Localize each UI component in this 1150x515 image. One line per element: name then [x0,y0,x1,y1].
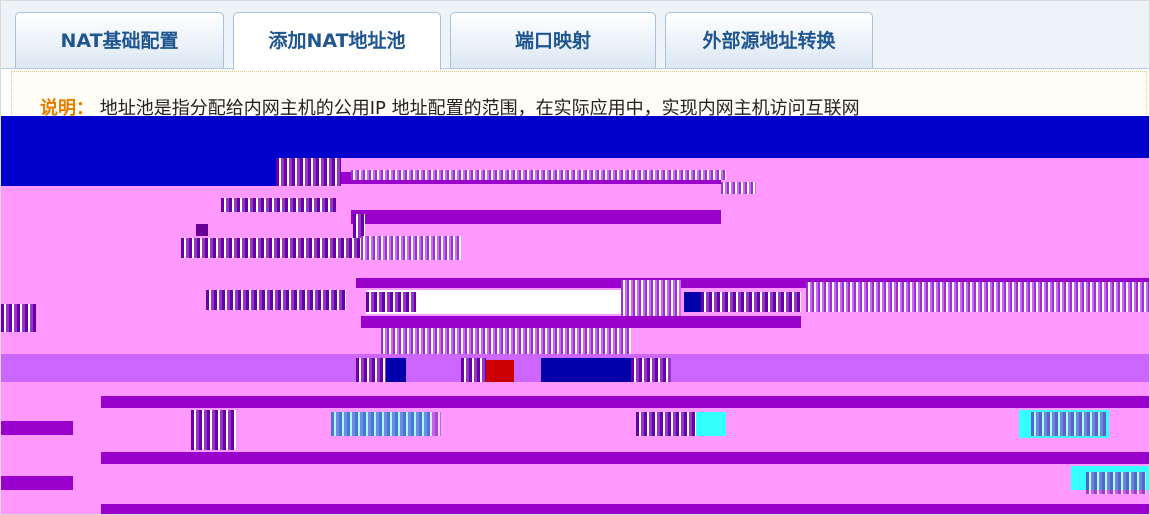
glitch-block [356,358,386,382]
glitch-block [361,236,461,260]
glitch-block [461,358,486,382]
glitch-block [684,292,702,312]
glitch-bar [101,504,1149,514]
tab-add-nat-pool[interactable]: 添加NAT地址池 [233,12,441,70]
glitch-block [806,282,1149,312]
glitch-bar [101,452,1149,464]
tab-nat-basic-config[interactable]: NAT基础配置 [15,12,224,68]
glitch-block [486,360,514,382]
glitch-block [631,358,671,382]
glitch-bar [101,396,1149,408]
glitch-block [1086,472,1146,494]
glitch-block [541,358,631,382]
glitch-band [1,116,1149,158]
glitch-block [221,198,336,212]
glitch-block [691,412,726,436]
glitch-block [181,238,361,258]
nat-config-panel: NAT基础配置 添加NAT地址池 端口映射 外部源地址转换 说明： 地址池是指分… [0,0,1150,515]
glitch-bar [1,421,73,435]
tab-external-source-nat[interactable]: 外部源地址转换 [665,12,873,68]
glitch-block [1,304,36,332]
glitch-block [636,412,696,436]
glitch-bar [351,210,721,224]
glitch-block [206,290,346,310]
glitch-block [196,224,208,236]
glitch-bar [1,476,73,490]
tab-bar: NAT基础配置 添加NAT地址池 端口映射 外部源地址转换 [1,1,1149,70]
glitch-block [351,170,726,180]
glitch-block [1031,412,1106,436]
glitch-block [366,292,416,312]
corrupted-form-region [1,116,1149,514]
glitch-bar [361,316,801,328]
glitch-block [721,182,756,194]
glitch-block [701,292,801,312]
glitch-block [191,410,236,450]
glitch-block [331,412,441,436]
glitch-block [381,328,631,356]
glitch-block [276,158,341,186]
glitch-block [386,358,406,382]
tab-port-mapping[interactable]: 端口映射 [450,12,656,68]
